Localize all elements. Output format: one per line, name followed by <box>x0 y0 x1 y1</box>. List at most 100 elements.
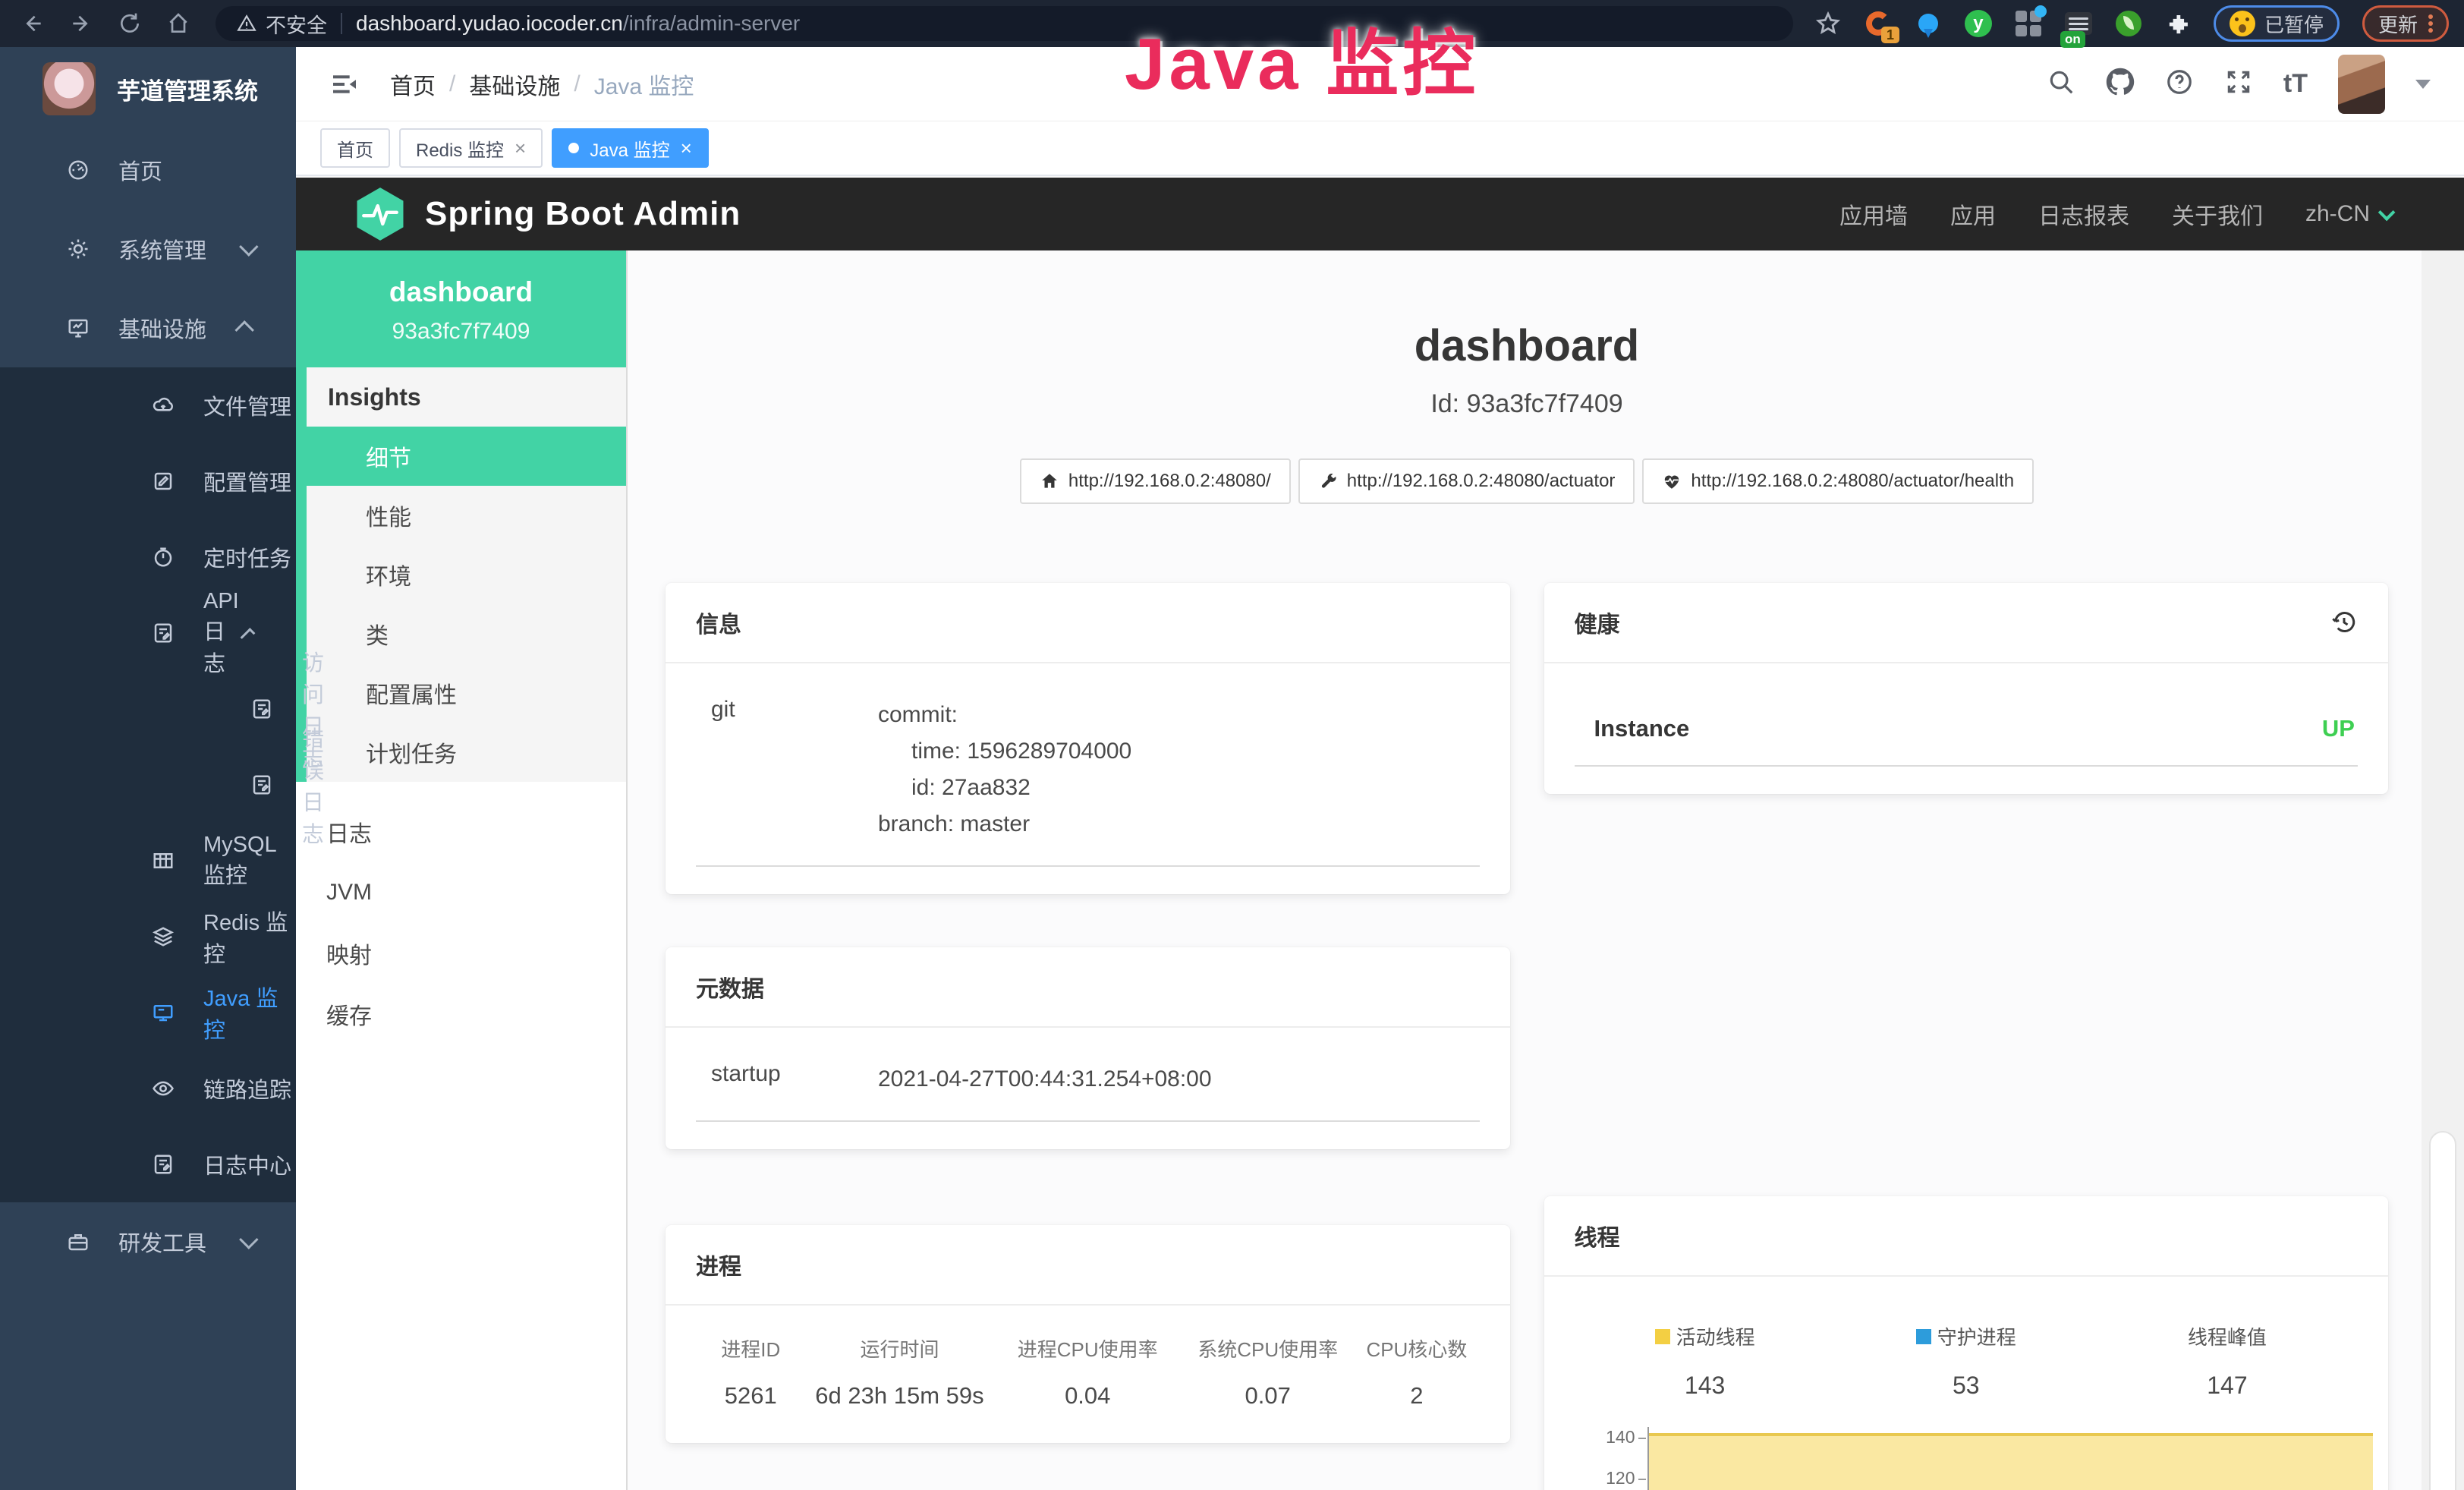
sidebar-item-dev-tools[interactable]: 研发工具 <box>0 1202 296 1281</box>
legend-peak-threads: 线程峰值 147 <box>2097 1322 2358 1400</box>
service-url-label: http://192.168.0.2:48080/ <box>1068 471 1271 492</box>
sidebar-item-label: 错误日志 <box>302 721 324 849</box>
extension-y-icon[interactable]: y <box>1963 8 1994 39</box>
sba-menu-mappings[interactable]: 映射 <box>296 923 626 984</box>
search-icon[interactable] <box>2047 68 2075 100</box>
close-icon[interactable]: × <box>681 137 692 160</box>
sba-menu-config-props[interactable]: 配置属性 <box>307 663 626 723</box>
browser-extensions-zone: 1 y on 已暂停 更新 <box>1813 5 2449 42</box>
sba-language-selector[interactable]: zh-CN <box>2305 201 2391 227</box>
process-col-syscpu: 系统CPU使用率 <box>1182 1331 1354 1370</box>
y-tick-140: 140 <box>1606 1427 1635 1447</box>
sidebar-item-config-mgmt[interactable]: 配置管理 <box>0 443 296 519</box>
breadcrumb: 首页 / 基础设施 / Java 监控 <box>390 68 694 101</box>
github-icon[interactable] <box>2106 68 2135 100</box>
sba-nav-applications[interactable]: 应用 <box>1950 197 1996 231</box>
extension-on-switch-icon[interactable]: on <box>2063 8 2094 39</box>
sidebar-item-system-mgmt[interactable]: 系统管理 <box>0 209 296 288</box>
metadata-card-title: 元数据 <box>696 970 764 1003</box>
sba-menu-caches[interactable]: 缓存 <box>296 984 626 1044</box>
live-threads-area-series <box>1649 1433 2374 1490</box>
content-scrollbar-track[interactable] <box>2422 250 2464 1490</box>
actuator-url-button[interactable]: http://192.168.0.2:48080/actuator <box>1298 458 1635 504</box>
browser-update-button[interactable]: 更新 <box>2362 5 2449 42</box>
layers-icon <box>152 925 175 948</box>
sidebar-item-file-mgmt[interactable]: 文件管理 <box>0 367 296 443</box>
chevron-up-icon <box>234 320 253 339</box>
history-icon[interactable] <box>2330 609 2358 636</box>
security-status-label[interactable]: 不安全 <box>266 9 327 39</box>
sba-menu-details[interactable]: 细节 <box>307 427 626 486</box>
browser-back-button[interactable] <box>15 6 50 41</box>
extension-colorzilla-icon[interactable]: 1 <box>1863 8 1893 39</box>
tab-label: 首页 <box>337 135 373 162</box>
info-value: commit: time: 1596289704000 id: 27aa832 … <box>878 697 1131 843</box>
tab-java-monitor[interactable]: Java 监控 × <box>552 128 709 168</box>
breadcrumb-infra[interactable]: 基础设施 <box>469 68 560 101</box>
font-size-icon[interactable]: tT <box>2283 69 2308 99</box>
bookmark-star-icon[interactable] <box>1813 8 1843 39</box>
sidebar-item-label: 链路追踪 <box>203 1073 291 1104</box>
sba-content: dashboard Id: 93a3fc7f7409 http://192.16… <box>628 250 2464 1490</box>
sidebar-item-java-monitor[interactable]: Java 监控 <box>0 975 296 1051</box>
admin-sidebar: 芋道管理系统 首页 系统管理 基础设施 <box>0 47 296 1490</box>
browser-address-bar[interactable]: 不安全 dashboard.yudao.iocoder.cn /infra/ad… <box>216 6 1793 41</box>
eye-icon <box>152 1077 175 1100</box>
sba-menu-classes[interactable]: 类 <box>307 604 626 663</box>
sba-instance-id: 93a3fc7f7409 <box>304 319 618 345</box>
sidebar-item-tracing[interactable]: 链路追踪 <box>0 1051 296 1126</box>
extension-pin-icon[interactable] <box>1913 8 1943 39</box>
sidebar-item-scheduled-jobs[interactable]: 定时任务 <box>0 519 296 595</box>
sidebar-collapse-icon[interactable] <box>329 69 360 99</box>
sidebar-item-home[interactable]: 首页 <box>0 131 296 209</box>
sba-nav-wallboard[interactable]: 应用墙 <box>1839 197 1908 231</box>
legend-daemon-threads: 守护进程 53 <box>1836 1322 2097 1400</box>
avatar[interactable] <box>2338 55 2385 114</box>
sba-menu-jvm[interactable]: JVM <box>296 862 626 923</box>
extension-sprout-icon[interactable] <box>2113 8 2144 39</box>
sba-menu-scheduled-tasks[interactable]: 计划任务 <box>307 723 626 782</box>
edit-square-icon <box>152 470 175 493</box>
paused-extension-pill[interactable]: 已暂停 <box>2214 5 2340 42</box>
browser-home-button[interactable] <box>161 6 196 41</box>
browser-reload-button[interactable] <box>112 6 147 41</box>
metadata-key: startup <box>711 1061 878 1098</box>
sidebar-item-infrastructure[interactable]: 基础设施 <box>0 288 296 367</box>
sba-brand[interactable]: Spring Boot Admin <box>355 186 741 242</box>
sba-menu-logfile[interactable]: 日志 <box>296 802 626 862</box>
legend-label: 线程峰值 <box>2188 1322 2267 1350</box>
fullscreen-icon[interactable] <box>2224 68 2253 100</box>
tab-home[interactable]: 首页 <box>320 128 390 168</box>
avatar-caret-icon[interactable] <box>2415 80 2431 89</box>
breadcrumb-home[interactable]: 首页 <box>390 68 436 101</box>
sba-nav-journal[interactable]: 日志报表 <box>2038 197 2129 231</box>
service-url-button[interactable]: http://192.168.0.2:48080/ <box>1020 458 1291 504</box>
sidebar-item-error-log[interactable]: 错误日志 <box>0 747 296 823</box>
help-icon[interactable] <box>2165 68 2194 100</box>
chevron-down-icon <box>239 237 258 256</box>
sidebar-item-label: Java 监控 <box>203 981 296 1044</box>
sidebar-item-redis-monitor[interactable]: Redis 监控 <box>0 899 296 975</box>
info-card-title: 信息 <box>696 606 741 639</box>
tab-redis-monitor[interactable]: Redis 监控 × <box>399 128 543 168</box>
health-card: 健康 Instance UP <box>1544 583 2389 794</box>
sba-menu-metrics[interactable]: 性能 <box>307 486 626 545</box>
sidebar-item-log-center[interactable]: 日志中心 <box>0 1126 296 1202</box>
sidebar-item-mysql-monitor[interactable]: MySQL 监控 <box>0 823 296 899</box>
sba-instance-header[interactable]: dashboard 93a3fc7f7409 <box>296 250 626 367</box>
sba-nav-about[interactable]: 关于我们 <box>2172 197 2263 231</box>
close-icon[interactable]: × <box>515 137 526 160</box>
browser-forward-button[interactable] <box>64 6 99 41</box>
health-url-button[interactable]: http://192.168.0.2:48080/actuator/health <box>1642 458 2034 504</box>
sidebar-item-label: Redis 监控 <box>203 905 296 969</box>
sba-menu-environment[interactable]: 环境 <box>307 545 626 604</box>
app-logo-row[interactable]: 芋道管理系统 <box>0 47 296 131</box>
sidebar-item-api-log[interactable]: API 日志 <box>0 595 296 671</box>
sidebar-item-access-log[interactable]: 访问日志 <box>0 671 296 747</box>
content-scrollbar-thumb[interactable] <box>2429 1131 2456 1490</box>
extension-grid-icon[interactable] <box>2013 8 2044 39</box>
paused-label: 已暂停 <box>2264 10 2324 38</box>
sidebar-item-label: 首页 <box>118 154 162 186</box>
browser-menu-dots-icon[interactable] <box>2428 14 2433 33</box>
extensions-puzzle-icon[interactable] <box>2163 8 2194 39</box>
